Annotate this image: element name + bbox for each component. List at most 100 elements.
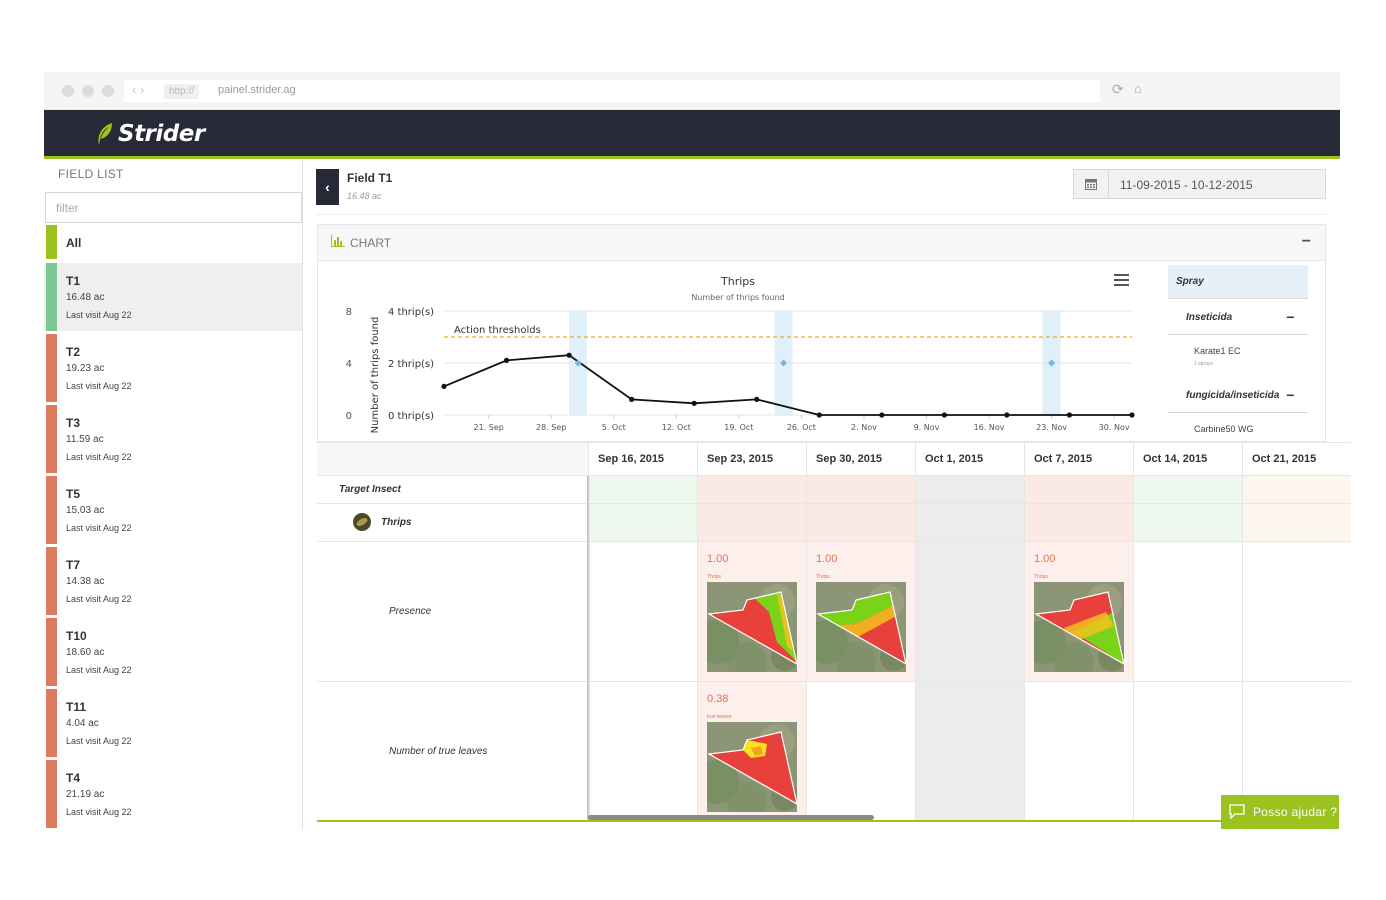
target-insect-cell bbox=[1242, 476, 1351, 504]
thrips-data-point bbox=[754, 396, 760, 402]
field-acres: 14.38 ac bbox=[66, 576, 105, 587]
url-text[interactable]: painel.strider.ag bbox=[218, 84, 296, 96]
timeline-date-header[interactable]: Sep 30, 2015 bbox=[806, 442, 915, 476]
date-range-picker[interactable]: 11-09-2015 - 10-12-2015 bbox=[1073, 169, 1326, 199]
chat-icon bbox=[1229, 804, 1245, 819]
presence-cell[interactable]: 1.00 Thrips bbox=[695, 542, 806, 682]
app-header: Strider bbox=[44, 110, 1340, 156]
timeline-date-header[interactable]: Sep 23, 2015 bbox=[697, 442, 806, 476]
heatmap-thumbnail[interactable] bbox=[695, 582, 799, 682]
spray-category[interactable]: fungicida/inseticida − bbox=[1168, 379, 1308, 413]
presence-label: Presence bbox=[389, 606, 432, 617]
back-button[interactable]: ‹ bbox=[316, 169, 339, 205]
nav-arrows-icon[interactable]: ‹ › bbox=[132, 82, 144, 97]
x-tick-label: 26. Oct bbox=[787, 423, 816, 432]
y-tick-label-secondary: 4 bbox=[346, 359, 352, 370]
insect-row-label: Thrips bbox=[317, 504, 588, 542]
field-acres: 15.03 ac bbox=[66, 505, 105, 516]
calendar-icon[interactable] bbox=[1074, 170, 1109, 198]
presence-cell bbox=[1133, 542, 1242, 682]
thrips-data-point bbox=[503, 357, 510, 363]
heatmap-thumbnail[interactable] bbox=[695, 722, 799, 822]
field-color-bar bbox=[46, 263, 57, 331]
true-leaves-label: Number of true leaves bbox=[389, 746, 488, 757]
action-threshold-label: Action thresholds bbox=[454, 325, 541, 336]
spray-legend: Spray Inseticida − Karate1 EC 1 sprays fungic… bbox=[1168, 265, 1308, 441]
field-item-t5[interactable]: T5 15.03 ac Last visit Aug 22 bbox=[44, 476, 302, 544]
field-color-bar bbox=[46, 405, 57, 473]
collapse-icon[interactable]: − bbox=[1286, 387, 1294, 403]
chart-title: Thrips bbox=[720, 275, 755, 288]
divider bbox=[316, 214, 1326, 215]
presence-row-label: Presence bbox=[317, 542, 588, 682]
timeline-date-header[interactable]: Oct 1, 2015 bbox=[915, 442, 1024, 476]
field-acres: 11.59 ac bbox=[66, 434, 104, 445]
thrips-data-point bbox=[816, 412, 822, 418]
field-item-t3[interactable]: T3 11.59 ac Last visit Aug 22 bbox=[44, 405, 302, 473]
true-leaves-cell bbox=[915, 682, 1024, 821]
window-zoom-dot[interactable] bbox=[102, 85, 114, 97]
timeline-date-header[interactable]: Sep 16, 2015 bbox=[588, 442, 697, 476]
chart-section-label: CHART bbox=[350, 236, 392, 250]
heatmap-thumbnail[interactable] bbox=[804, 582, 908, 682]
target-insect-cell bbox=[915, 476, 1024, 504]
field-item-t11[interactable]: T11 4.04 ac Last visit Aug 22 bbox=[44, 689, 302, 757]
heatmap-thumbnail[interactable] bbox=[1022, 582, 1126, 682]
minimize-icon[interactable]: − bbox=[1302, 233, 1311, 251]
leaf-icon bbox=[98, 123, 112, 145]
insect-cell bbox=[588, 504, 697, 542]
spray-category[interactable]: Inseticida − bbox=[1168, 301, 1308, 335]
address-bar[interactable]: ‹ › http:// painel.strider.ag bbox=[124, 80, 1100, 102]
field-color-bar bbox=[46, 225, 57, 259]
window-minimize-dot[interactable] bbox=[82, 85, 94, 97]
timeline-date-header[interactable]: Oct 21, 2015 bbox=[1242, 442, 1351, 476]
field-color-bar bbox=[46, 689, 57, 757]
x-tick-label: 28. Sep bbox=[536, 423, 566, 432]
insect-cell bbox=[1133, 504, 1242, 542]
spray-product: Carbine50 WG bbox=[1194, 424, 1254, 434]
home-icon[interactable]: ⌂ bbox=[1134, 81, 1142, 96]
hamburger-icon[interactable] bbox=[1114, 274, 1130, 288]
reload-icon[interactable]: ⟳ bbox=[1112, 81, 1124, 98]
presence-cell[interactable]: 1.00 Thrips bbox=[804, 542, 915, 682]
target-insect-cell bbox=[697, 476, 806, 504]
y-tick-label-secondary: 8 bbox=[346, 307, 352, 318]
window-close-dot[interactable] bbox=[62, 85, 74, 97]
chart-panel-header[interactable]: CHART − bbox=[318, 225, 1325, 261]
field-item-t1[interactable]: T1 16.48 ac Last visit Aug 22 bbox=[44, 263, 302, 331]
field-color-bar bbox=[46, 476, 57, 544]
spray-count: 1 sprays bbox=[1194, 361, 1213, 367]
field-item-t7[interactable]: T7 14.38 ac Last visit Aug 22 bbox=[44, 547, 302, 615]
field-last-visit: Last visit Aug 22 bbox=[66, 381, 132, 391]
true-leaves-cell[interactable]: 0.38 true leaves bbox=[695, 682, 806, 822]
timeline-date-header[interactable]: Oct 14, 2015 bbox=[1133, 442, 1242, 476]
collapse-icon[interactable]: − bbox=[1286, 309, 1294, 325]
presence-mini-label: Thrips bbox=[1034, 574, 1048, 580]
target-insect-cell bbox=[806, 476, 915, 504]
filter-input[interactable] bbox=[45, 192, 302, 223]
app-logo[interactable]: Strider bbox=[96, 120, 205, 148]
field-name: T4 bbox=[66, 771, 81, 785]
field-last-visit: Last visit Aug 22 bbox=[66, 310, 132, 320]
field-list-sidebar: FIELD LIST All T1 16.48 ac Last visit Aug … bbox=[44, 159, 303, 830]
help-button[interactable]: Posso ajudar ? bbox=[1221, 795, 1339, 829]
page-subtitle: 16.48 ac bbox=[347, 191, 382, 201]
field-acres: 16.48 ac bbox=[66, 292, 105, 303]
field-item-t2[interactable]: T2 19.23 ac Last visit Aug 22 bbox=[44, 334, 302, 402]
presence-cell[interactable]: 1.00 Thrips bbox=[1022, 542, 1133, 682]
true-leaves-cell bbox=[1024, 682, 1133, 821]
field-item-all[interactable]: All bbox=[44, 225, 302, 259]
x-tick-label: 16. Nov bbox=[974, 423, 1005, 432]
insect-name: Thrips bbox=[381, 517, 412, 528]
field-item-t10[interactable]: T10 18.60 ac Last visit Aug 22 bbox=[44, 618, 302, 686]
field-last-visit: Last visit Aug 22 bbox=[66, 594, 132, 604]
field-color-bar bbox=[46, 760, 57, 828]
field-item-t4[interactable]: T4 21.19 ac Last visit Aug 22 bbox=[44, 760, 302, 828]
field-name: All bbox=[66, 236, 82, 250]
field-acres: 21.19 ac bbox=[66, 789, 105, 800]
thrips-data-point bbox=[629, 396, 635, 402]
timeline-date-header[interactable]: Oct 7, 2015 bbox=[1024, 442, 1133, 476]
presence-mini-label: Thrips bbox=[707, 574, 721, 580]
presence-mini-label: Thrips bbox=[816, 574, 830, 580]
thrips-data-point bbox=[879, 412, 885, 418]
